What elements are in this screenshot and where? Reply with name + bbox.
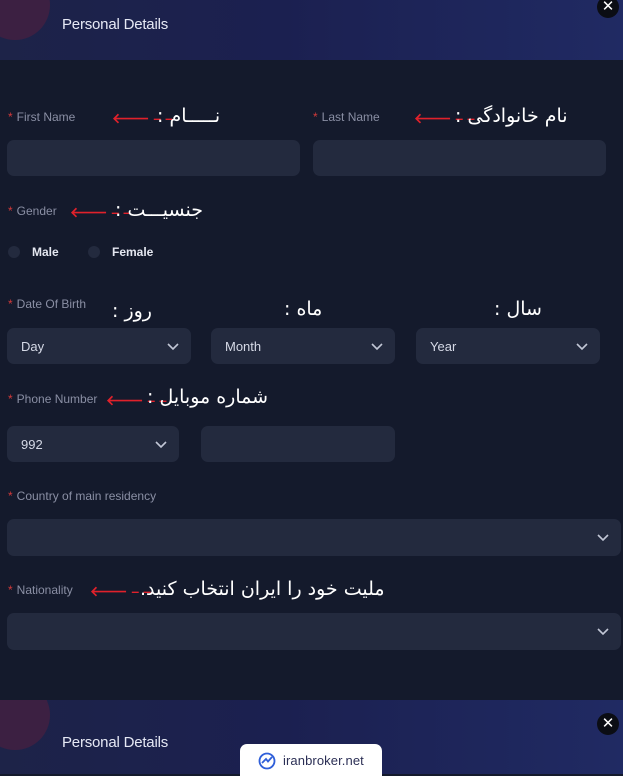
year-select[interactable]: Year (416, 328, 600, 364)
day-select-value: Day (21, 339, 45, 354)
day-select[interactable]: Day (7, 328, 191, 364)
first-name-label-text: First Name (16, 110, 76, 124)
first-name-input[interactable] (7, 140, 300, 176)
nationality-select[interactable] (7, 613, 621, 650)
last-name-label: * Last Name (313, 110, 380, 124)
day-annotation: روز : (112, 300, 152, 322)
phone-code-select[interactable]: 992 (7, 426, 179, 462)
chevron-down-icon (167, 343, 179, 351)
chevron-down-icon (576, 343, 588, 351)
chevron-down-icon (597, 534, 609, 542)
first-name-label: * First Name (8, 110, 76, 124)
female-option-label[interactable]: Female (112, 245, 153, 259)
month-annotation: ماه : (284, 298, 323, 320)
last-name-input[interactable] (313, 140, 606, 176)
phone-label-text: Phone Number (16, 392, 98, 406)
watermark: iranbroker.net (240, 744, 382, 776)
nationality-annotation: ملیت خود را ایران انتخاب کنید. (140, 578, 385, 600)
month-select[interactable]: Month (211, 328, 395, 364)
gender-label-text: Gender (16, 204, 57, 218)
country-label: * Country of main residency (8, 489, 157, 503)
watermark-text: iranbroker.net (283, 753, 364, 768)
month-select-value: Month (225, 339, 262, 354)
radio-male[interactable] (8, 246, 20, 258)
first-name-annotation: نـــــام : (157, 105, 221, 127)
dob-label-text: Date Of Birth (16, 297, 87, 311)
phone-annotation: شماره موبایل : (147, 386, 269, 408)
year-annotation: سال : (494, 298, 542, 320)
phone-number-input[interactable] (201, 426, 395, 462)
last-name-annotation: نام خانوادگی : (455, 105, 568, 127)
top-header: Personal Details (0, 0, 623, 60)
radio-female[interactable] (88, 246, 100, 258)
last-name-label-text: Last Name (321, 110, 380, 124)
gender-annotation: جنسیـــت : (115, 199, 203, 221)
close-icon[interactable]: ✕ (597, 713, 619, 735)
nationality-label-text: Nationality (16, 583, 73, 597)
country-select[interactable] (7, 519, 621, 556)
gender-label: * Gender (8, 204, 57, 218)
header-decoration (0, 700, 50, 750)
year-select-value: Year (430, 339, 457, 354)
phone-label: * Phone Number (8, 392, 98, 406)
header-title: Personal Details (62, 16, 169, 33)
chevron-down-icon (597, 628, 609, 636)
header-title: Personal Details (62, 734, 169, 751)
male-option-label[interactable]: Male (32, 245, 59, 259)
phone-code-value: 992 (21, 437, 43, 452)
country-label-text: Country of main residency (16, 489, 157, 503)
chevron-down-icon (371, 343, 383, 351)
brand-logo-icon (258, 752, 276, 770)
nationality-label: * Nationality (8, 583, 73, 597)
chevron-down-icon (155, 441, 167, 449)
header-decoration (0, 0, 50, 40)
dob-label: * Date Of Birth (8, 297, 87, 311)
